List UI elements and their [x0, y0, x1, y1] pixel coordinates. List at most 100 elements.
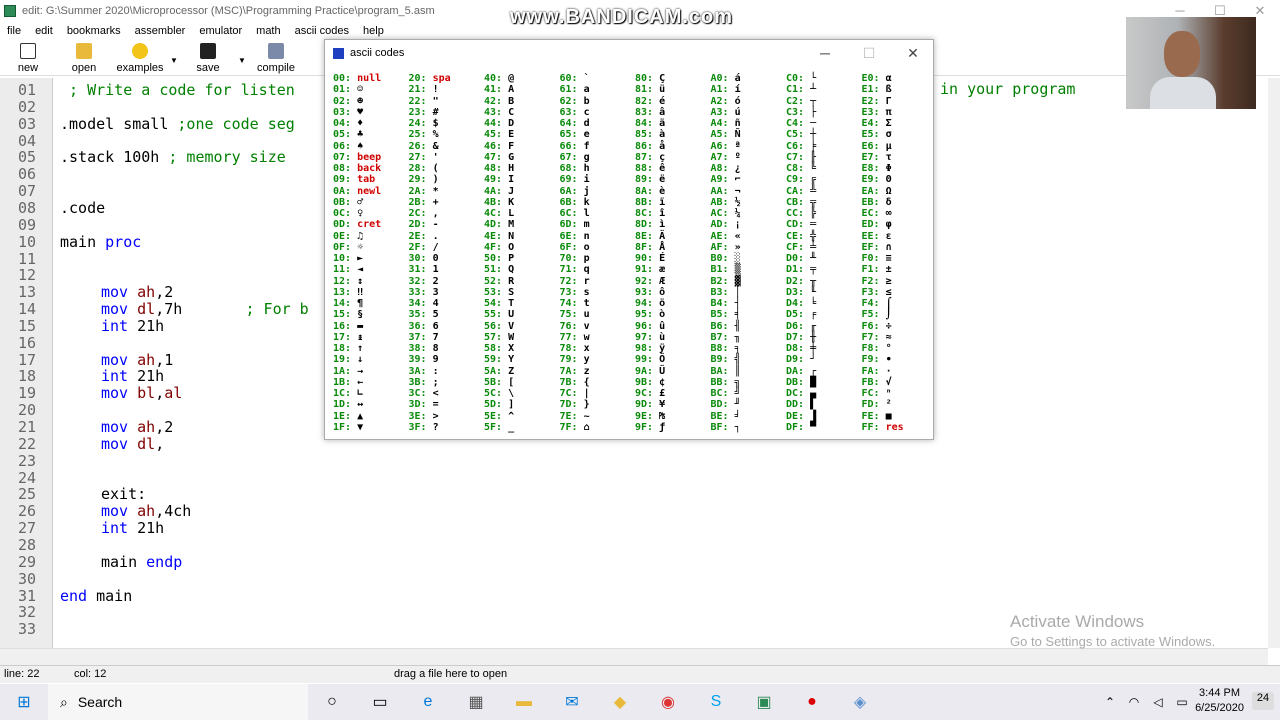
menu-help[interactable]: help [363, 25, 384, 37]
ascii-code: 9A: [635, 365, 660, 377]
bandicam-watermark: www.BANDICAM.com [510, 6, 734, 28]
emu8086-icon[interactable]: ▣ [740, 684, 788, 720]
ascii-entry: 99: Ö [635, 354, 707, 365]
ascii-char: E [508, 129, 515, 141]
ascii-entry: 77: w [560, 332, 632, 343]
skype-icon[interactable]: S [692, 684, 740, 720]
ascii-code: 2D: [408, 219, 433, 231]
ascii-entry: C2: ┬ [786, 96, 858, 107]
ascii-char: ² [885, 399, 892, 411]
sticky-icon[interactable]: ◆ [596, 684, 644, 720]
ascii-code: F8: [861, 343, 886, 354]
ascii-entry: 29: ) [409, 174, 481, 185]
ascii-entry: 22: " [409, 96, 481, 107]
ascii-code: 84: [635, 118, 660, 129]
ascii-code: 3D: [408, 399, 433, 411]
language-icon[interactable]: ▭ [1172, 684, 1192, 720]
ascii-entry: 74: t [560, 298, 632, 309]
ascii-char: ≈ [885, 331, 892, 343]
examples-dropdown-icon[interactable]: ▼ [168, 40, 180, 75]
save-dropdown-icon[interactable]: ▼ [236, 40, 248, 75]
file-explorer-icon[interactable]: ▬ [500, 684, 548, 720]
ascii-entry: 06: ♠ [333, 141, 405, 152]
ascii-entry: 00: null [333, 73, 405, 84]
edge-icon[interactable]: e [404, 684, 452, 720]
ascii-entry: 2D: - [409, 219, 481, 230]
ascii-entry: DF: ▀ [786, 422, 858, 433]
task-view-icon[interactable]: ▭ [356, 684, 404, 720]
ascii-code: C0: [786, 73, 811, 84]
ascii-entry: FB: √ [862, 377, 934, 388]
ascii-code: 11: [333, 264, 358, 276]
menu-assembler[interactable]: assembler [135, 25, 186, 37]
ascii-char: Φ [885, 163, 892, 174]
ascii-code: 59: [484, 354, 509, 366]
ascii-code: 65: [559, 129, 584, 141]
ascii-entry: 72: r [560, 276, 632, 287]
menu-file[interactable]: file [7, 25, 21, 37]
network-icon[interactable]: ◠ [1124, 684, 1144, 720]
ascii-char: ♦ [357, 118, 364, 129]
menu-ascii-codes[interactable]: ascii codes [295, 25, 349, 37]
open-button[interactable]: open [56, 40, 112, 76]
disk-icon [200, 43, 216, 59]
ascii-char: í [734, 84, 741, 96]
line-number: 25 [17, 485, 37, 504]
ascii-code: 2B: [408, 196, 433, 208]
ascii-char: û [659, 320, 666, 332]
ascii-entry: 39: 9 [409, 354, 481, 365]
horizontal-scrollbar[interactable] [0, 648, 1268, 665]
ascii-char: ⌡ [885, 309, 892, 321]
ascii-entry: 04: ♦ [333, 118, 405, 129]
dialog-close-icon[interactable]: ✕ [891, 40, 935, 66]
ascii-char: δ [885, 196, 892, 208]
cortana-icon[interactable]: ○ [308, 684, 356, 720]
code-token: main [96, 586, 133, 605]
ascii-char: ü [659, 84, 666, 96]
ascii-entry: 10: ► [333, 253, 405, 264]
windows-start-icon[interactable]: ⊞ [0, 684, 48, 720]
dialog-minimize-icon[interactable]: ─ [803, 40, 847, 66]
ascii-code: 92: [635, 275, 660, 287]
ascii-code: 14: [333, 298, 358, 309]
menu-emulator[interactable]: emulator [199, 25, 242, 37]
examples-button[interactable]: examples [112, 40, 168, 76]
ascii-code: 1D: [333, 399, 358, 411]
menu-bookmarks[interactable]: bookmarks [67, 25, 121, 37]
store-icon[interactable]: ▦ [452, 684, 500, 720]
ascii-entry: FD: ² [862, 399, 934, 410]
ascii-char: ▓ [734, 275, 741, 287]
app-icon-taskbar[interactable]: ◈ [836, 684, 884, 720]
volume-icon[interactable]: ◁ [1148, 684, 1168, 720]
ascii-char: └ [810, 73, 817, 84]
bandicam-icon[interactable]: ● [788, 684, 836, 720]
ascii-code: 43: [484, 106, 509, 118]
ascii-entry: 53: S [484, 287, 556, 298]
compile-button[interactable]: compile [248, 40, 304, 76]
menu-math[interactable]: math [256, 25, 280, 37]
ascii-char: ┬ [810, 95, 817, 107]
ascii-code: 50: [484, 253, 509, 264]
ascii-char: v [583, 320, 590, 332]
ascii-char: f [583, 140, 590, 152]
ascii-entry: A0: á [711, 73, 783, 84]
notification-badge[interactable]: 24 [1252, 692, 1274, 710]
new-button[interactable]: new [0, 40, 56, 76]
tray-chevron-icon[interactable]: ⌃ [1100, 684, 1120, 720]
save-button[interactable]: save [180, 40, 236, 76]
ascii-entry: F2: ≥ [862, 276, 934, 287]
line-number: 12 [17, 266, 37, 285]
ascii-entry: 66: f [560, 141, 632, 152]
ascii-char: G [508, 151, 515, 163]
vertical-scrollbar[interactable] [1268, 78, 1280, 648]
line-number: 02 [17, 97, 37, 116]
taskbar-search[interactable]: ⌕ Search [48, 684, 308, 720]
ascii-entry: FC: ⁿ [862, 388, 934, 399]
chrome-icon[interactable]: ◉ [644, 684, 692, 720]
taskbar-clock[interactable]: 3:44 PM 6/25/2020 [1195, 686, 1244, 716]
mail-icon[interactable]: ✉ [548, 684, 596, 720]
ascii-code: E3: [861, 106, 886, 118]
ascii-entry: 17: ↨ [333, 332, 405, 343]
line-number: 21 [17, 418, 37, 436]
menu-edit[interactable]: edit [35, 25, 53, 37]
